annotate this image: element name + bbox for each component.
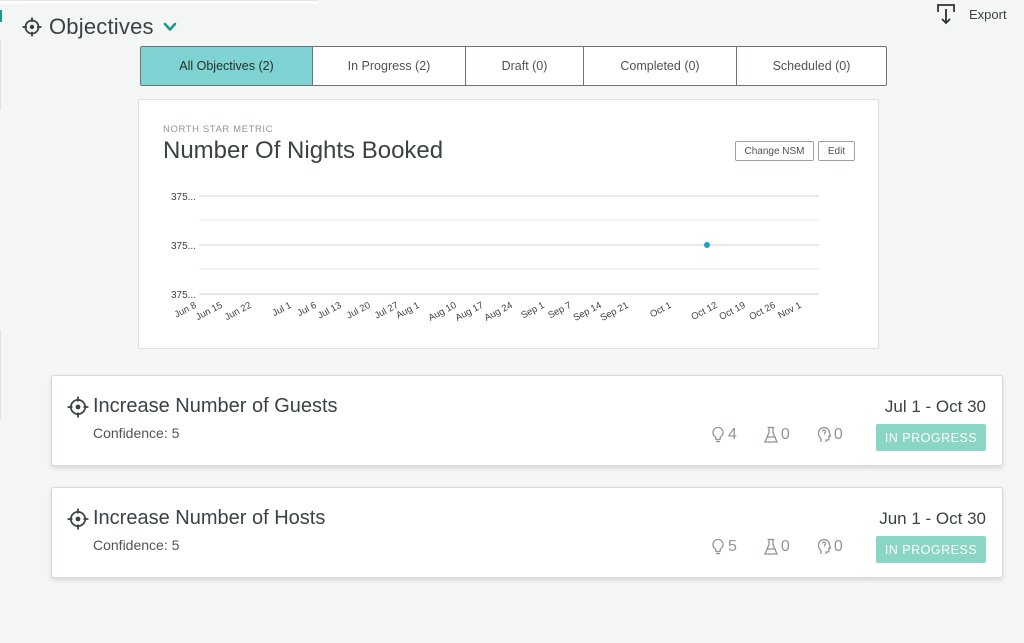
crosshair-target-icon [67, 508, 89, 530]
sidebar-divider [0, 330, 1, 420]
learnings-count-value: 0 [833, 538, 843, 555]
download-tray-icon [937, 4, 955, 25]
flask-icon [763, 426, 778, 443]
experiments-count-value: 0 [780, 426, 790, 443]
objective-confidence: Confidence: 5 [93, 537, 180, 553]
tab-completed[interactable]: Completed (0) [584, 47, 737, 85]
export-button[interactable]: Export [934, 2, 1007, 26]
crosshair-target-icon [22, 17, 42, 37]
tab-in-progress[interactable]: In Progress (2) [313, 47, 466, 85]
chart-y-tick-label: 375... [171, 241, 196, 252]
objective-title[interactable]: Increase Number of Guests [93, 395, 338, 418]
chart-data-point [704, 242, 710, 248]
top-divider [0, 0, 318, 4]
head-icon [817, 538, 832, 554]
chart-x-tick-label: Aug 10 [427, 300, 459, 324]
lightbulb-icon [712, 426, 724, 443]
chart-x-tick-label: Sep 7 [546, 300, 573, 321]
chart-x-tick-label: Aug 1 [394, 300, 421, 321]
chart-x-tick-label: Sep 14 [572, 300, 604, 324]
experiments-count-value: 0 [780, 538, 790, 555]
ideas-count-value: 5 [728, 538, 737, 555]
chart-x-tick-label: Aug 17 [454, 300, 486, 324]
chart-y-tick-label: 375... [171, 192, 196, 203]
objective-card[interactable]: Increase Number of Hosts Confidence: 5 J… [51, 487, 1003, 578]
objective-confidence: Confidence: 5 [93, 425, 180, 441]
experiments-count: 0 [763, 538, 790, 556]
chart-x-tick-label: Oct 19 [718, 300, 748, 323]
chart-x-tick-label: Oct 12 [690, 300, 720, 323]
ideas-count: 4 [710, 426, 737, 444]
chart-x-tick-label: Nov 1 [776, 300, 803, 321]
chart-x-tick-label: Oct 1 [648, 300, 673, 320]
status-badge: IN PROGRESS [876, 536, 986, 563]
tab-all-objectives[interactable]: All Objectives (2) [141, 47, 313, 85]
chart-y-tick-label: 375... [171, 290, 196, 301]
chart-x-tick-label: Jul 13 [316, 300, 344, 322]
chart-x-tick-label: Jul 20 [345, 300, 373, 322]
objective-date-range: Jun 1 - Oct 30 [879, 509, 986, 528]
learnings-count-value: 0 [833, 426, 843, 443]
objective-stats: 5 0 0 [710, 536, 843, 558]
learnings-count: 0 [816, 538, 843, 556]
objective-date-range: Jul 1 - Oct 30 [884, 397, 986, 416]
page-title: Objectives [49, 14, 154, 39]
chart-x-tick-label: Jul 6 [296, 300, 319, 319]
crosshair-target-icon [67, 396, 89, 418]
chart-x-tick-label: Sep 21 [599, 300, 631, 324]
chevron-down-icon[interactable] [162, 19, 178, 35]
flask-icon [763, 538, 778, 555]
ideas-count-value: 4 [728, 426, 737, 443]
sidebar-divider [0, 40, 1, 110]
export-label: Export [969, 7, 1007, 22]
chart-x-tick-label: Sep 1 [519, 300, 546, 321]
nsm-line-chart: 375...375...375...Jun 8Jun 15Jun 22 Jul 1… [171, 192, 819, 324]
chart-x-tick-label: Oct 26 [748, 300, 778, 323]
objective-card[interactable]: Increase Number of Guests Confidence: 5 … [51, 375, 1003, 466]
page-header: Objectives [22, 12, 178, 42]
tab-scheduled[interactable]: Scheduled (0) [737, 47, 886, 85]
ideas-count: 5 [710, 538, 737, 556]
status-badge: IN PROGRESS [876, 424, 986, 451]
left-sidebar-edge [0, 0, 12, 643]
objective-filter-tabs: All Objectives (2) In Progress (2) Draft… [140, 46, 887, 86]
chart-x-tick-label: Jul 1 [271, 300, 294, 319]
experiments-count: 0 [763, 426, 790, 444]
north-star-metric-card: NORTH STAR METRIC Number Of Nights Booke… [138, 99, 879, 349]
chart-x-tick-label: Jun 15 [194, 300, 224, 323]
sidebar-collapse-tick[interactable] [0, 10, 3, 22]
chart-x-tick-label: Jun 8 [173, 300, 199, 321]
head-icon [817, 426, 832, 442]
chart-x-tick-label: Aug 24 [483, 300, 515, 324]
learnings-count: 0 [816, 426, 843, 444]
lightbulb-icon [712, 538, 724, 555]
chart-x-tick-label: Jun 22 [223, 300, 253, 323]
objective-stats: 4 0 0 [710, 424, 843, 446]
tab-draft[interactable]: Draft (0) [466, 47, 584, 85]
objective-title[interactable]: Increase Number of Hosts [93, 507, 325, 530]
